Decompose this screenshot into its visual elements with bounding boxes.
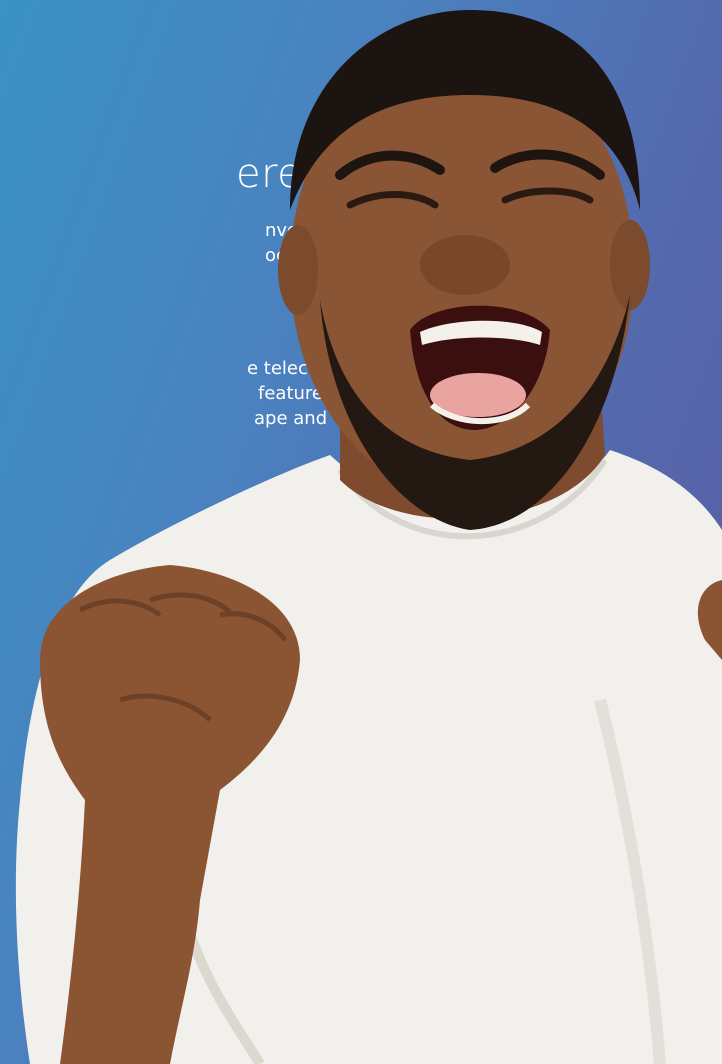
banner-canvas: ere! nvolve a ocess for e telecoms featu…: [0, 0, 722, 1064]
celebrating-man-photo: [15, 10, 722, 1064]
